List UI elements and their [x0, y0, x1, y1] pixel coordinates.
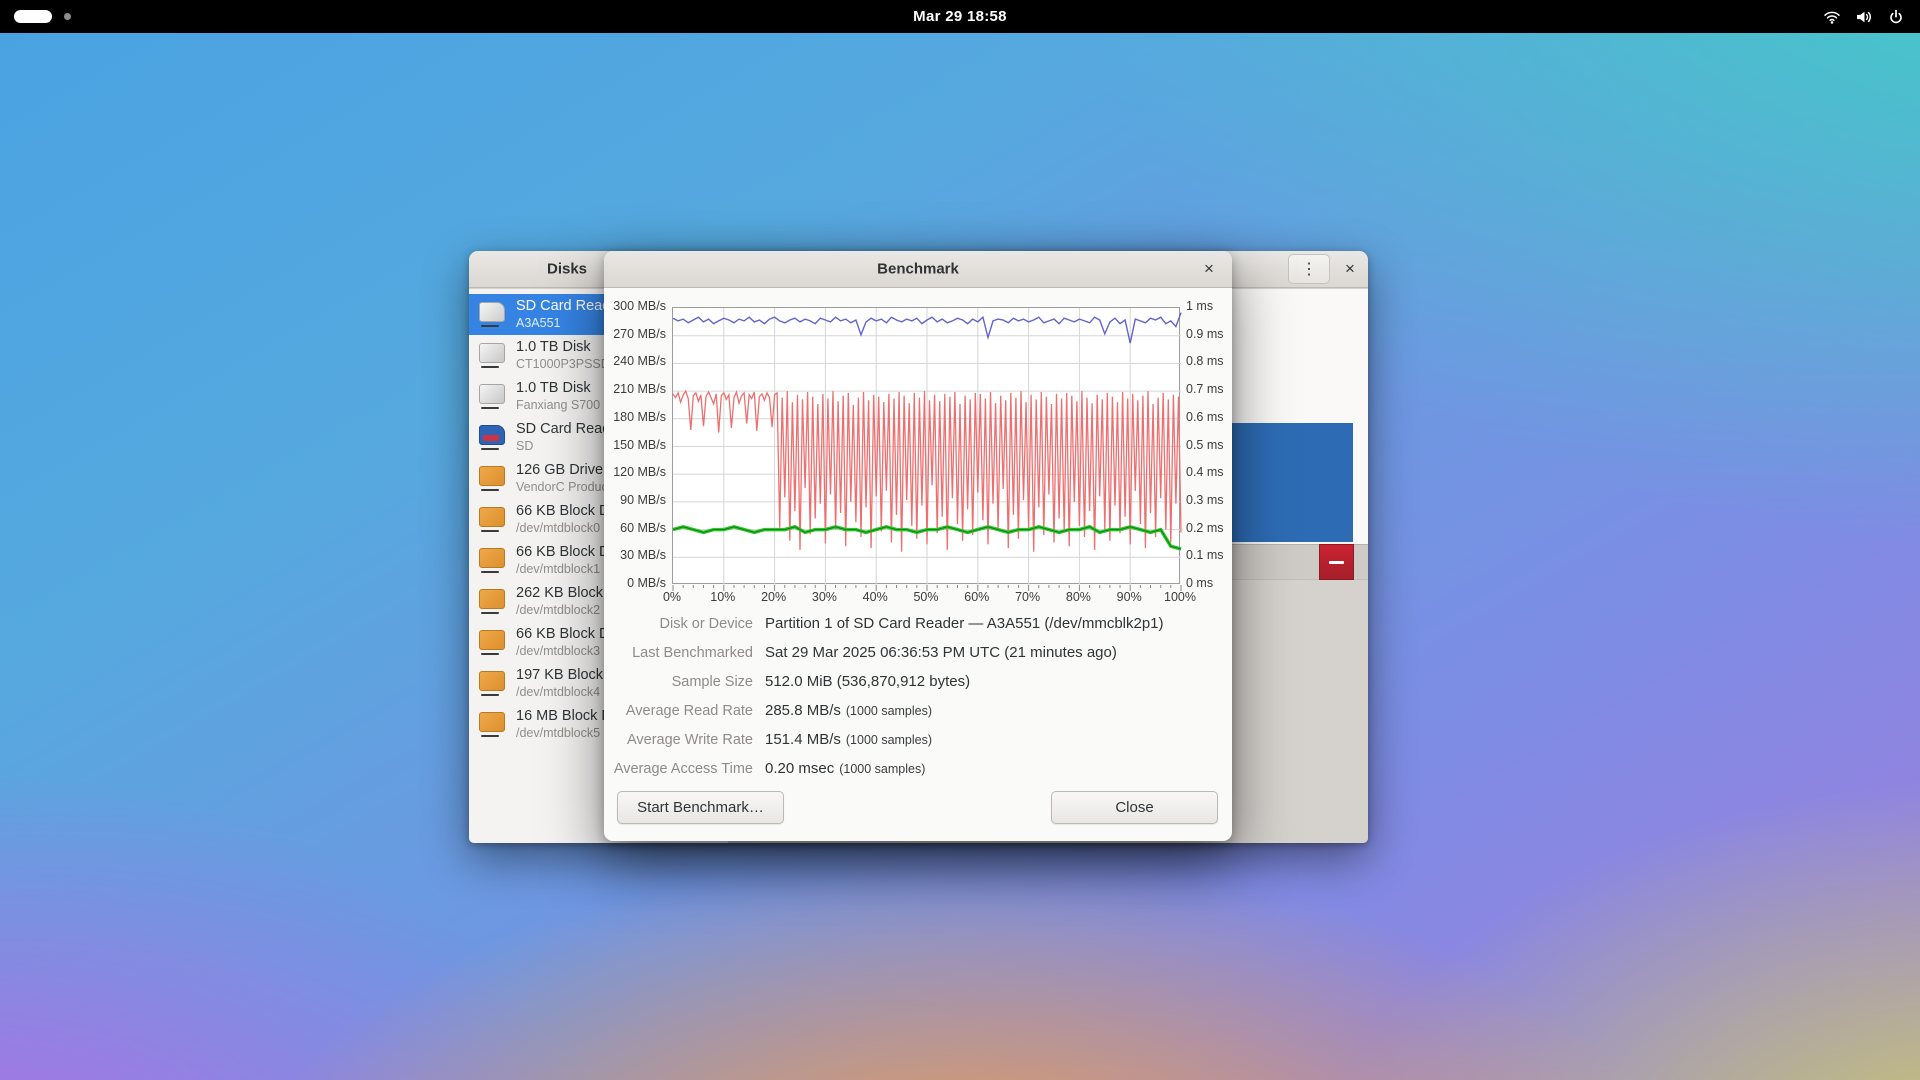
y-axis-right-tick: 0.8 ms [1186, 354, 1224, 369]
y-axis-left-tick: 120 MB/s [604, 465, 666, 480]
x-axis-tick: 70% [1015, 590, 1040, 604]
activities-pill[interactable] [14, 10, 52, 23]
sd-card-icon [477, 301, 507, 328]
wifi-icon [1823, 10, 1841, 24]
chart-canvas [673, 308, 1181, 593]
detail-value: Sat 29 Mar 2025 06:36:53 PM UTC (21 minu… [765, 644, 1117, 661]
y-axis-right-tick: 0.1 ms [1186, 548, 1224, 563]
x-axis-tick: 100% [1164, 590, 1196, 604]
detail-row: Disk or Device Partition 1 of SD Card Rea… [604, 609, 1232, 638]
y-axis-left-tick: 180 MB/s [604, 410, 666, 425]
detail-label: Sample Size [604, 674, 753, 690]
flash-block-icon [477, 547, 507, 574]
x-axis-tick: 0% [663, 590, 681, 604]
chart-plot-area [672, 307, 1180, 584]
y-axis-right-tick: 0.2 ms [1186, 521, 1224, 536]
top-bar: Mar 29 18:58 [0, 0, 1920, 33]
flash-block-icon [477, 588, 507, 615]
detail-value: Partition 1 of SD Card Reader — A3A551 (… [765, 615, 1164, 632]
detail-label: Average Read Rate [604, 703, 753, 719]
flash-block-icon [477, 465, 507, 492]
detail-label: Average Access Time [604, 761, 753, 777]
detail-label: Average Write Rate [604, 732, 753, 748]
detail-label: Last Benchmarked [604, 645, 753, 661]
y-axis-left-tick: 240 MB/s [604, 354, 666, 369]
x-axis-tick: 60% [964, 590, 989, 604]
detail-value: 512.0 MiB (536,870,912 bytes) [765, 673, 970, 690]
detail-row: Sample Size 512.0 MiB (536,870,912 bytes) [604, 667, 1232, 696]
volume-icon [1856, 10, 1873, 24]
drive-icon [477, 383, 507, 410]
detail-row: Average Access Time 0.20 msec (1000 sample… [604, 754, 1232, 783]
y-axis-left-tick: 90 MB/s [604, 493, 666, 508]
minus-icon [1329, 561, 1344, 564]
y-axis-left-tick: 300 MB/s [604, 299, 666, 314]
y-axis-left-tick: 30 MB/s [604, 548, 666, 563]
benchmark-close-button[interactable]: × [1196, 256, 1222, 282]
detail-row: Average Read Rate 285.8 MB/s (1000 samples… [604, 696, 1232, 725]
flash-block-icon [477, 629, 507, 656]
y-axis-right-tick: 0.3 ms [1186, 493, 1224, 508]
delete-partition-button[interactable] [1319, 544, 1354, 580]
sd-card-color-icon [477, 424, 507, 451]
y-axis-right-tick: 0 ms [1186, 576, 1213, 591]
y-axis-right-tick: 1 ms [1186, 299, 1213, 314]
flash-block-icon [477, 670, 507, 697]
system-status-area[interactable] [1823, 0, 1904, 33]
workspace-dot[interactable] [64, 13, 71, 20]
x-axis-tick: 10% [710, 590, 735, 604]
disks-close-button[interactable]: × [1335, 254, 1365, 284]
vertical-ellipsis-icon: ⋮ [1301, 259, 1317, 279]
x-axis-tick: 20% [761, 590, 786, 604]
flash-block-icon [477, 711, 507, 738]
drive-icon [477, 342, 507, 369]
detail-label: Disk or Device [604, 616, 753, 632]
benchmark-dialog: Benchmark × 300 MB/s 270 MB/s 240 MB/s 210 … [604, 251, 1232, 841]
y-axis-right-tick: 0.9 ms [1186, 327, 1224, 342]
detail-suffix: (1000 samples) [839, 762, 925, 776]
y-axis-left-tick: 0 MB/s [604, 576, 666, 591]
menu-button[interactable]: ⋮ [1288, 254, 1330, 284]
y-axis-left-tick: 270 MB/s [604, 327, 666, 342]
benchmark-titlebar[interactable]: Benchmark × [604, 251, 1232, 288]
close-icon: × [1204, 259, 1214, 279]
disks-window-title: Disks [547, 261, 587, 278]
sidebar-item-subtitle: CT1000P3PSSD8 [516, 357, 617, 372]
close-icon: × [1345, 259, 1355, 279]
flash-block-icon [477, 506, 507, 533]
x-axis-tick: 30% [812, 590, 837, 604]
x-axis-tick: 40% [863, 590, 888, 604]
detail-value: 0.20 msec [765, 760, 834, 777]
detail-value: 151.4 MB/s [765, 731, 841, 748]
detail-suffix: (1000 samples) [846, 704, 932, 718]
y-axis-right-tick: 0.4 ms [1186, 465, 1224, 480]
benchmark-title: Benchmark [877, 261, 959, 278]
detail-value: 285.8 MB/s [765, 702, 841, 719]
power-icon [1888, 9, 1904, 25]
detail-row: Last Benchmarked Sat 29 Mar 2025 06:36:53… [604, 638, 1232, 667]
x-axis-tick: 80% [1066, 590, 1091, 604]
benchmark-chart: 300 MB/s 270 MB/s 240 MB/s 210 MB/s 180 MB/s… [604, 288, 1232, 603]
y-axis-right-tick: 0.7 ms [1186, 382, 1224, 397]
y-axis-right-tick: 0.5 ms [1186, 438, 1224, 453]
y-axis-left-tick: 60 MB/s [604, 521, 666, 536]
close-button[interactable]: Close [1051, 791, 1218, 824]
start-benchmark-button[interactable]: Start Benchmark… [617, 791, 784, 824]
sidebar-item-title: 1.0 TB Disk [516, 339, 617, 357]
y-axis-left-tick: 150 MB/s [604, 438, 666, 453]
x-axis-tick: 50% [913, 590, 938, 604]
detail-suffix: (1000 samples) [846, 733, 932, 747]
y-axis-right-tick: 0.6 ms [1186, 410, 1224, 425]
detail-row: Average Write Rate 151.4 MB/s (1000 sample… [604, 725, 1232, 754]
x-axis-tick: 90% [1117, 590, 1142, 604]
y-axis-left-tick: 210 MB/s [604, 382, 666, 397]
clock[interactable]: Mar 29 18:58 [913, 0, 1007, 33]
benchmark-details: Disk or Device Partition 1 of SD Card Rea… [604, 609, 1232, 783]
